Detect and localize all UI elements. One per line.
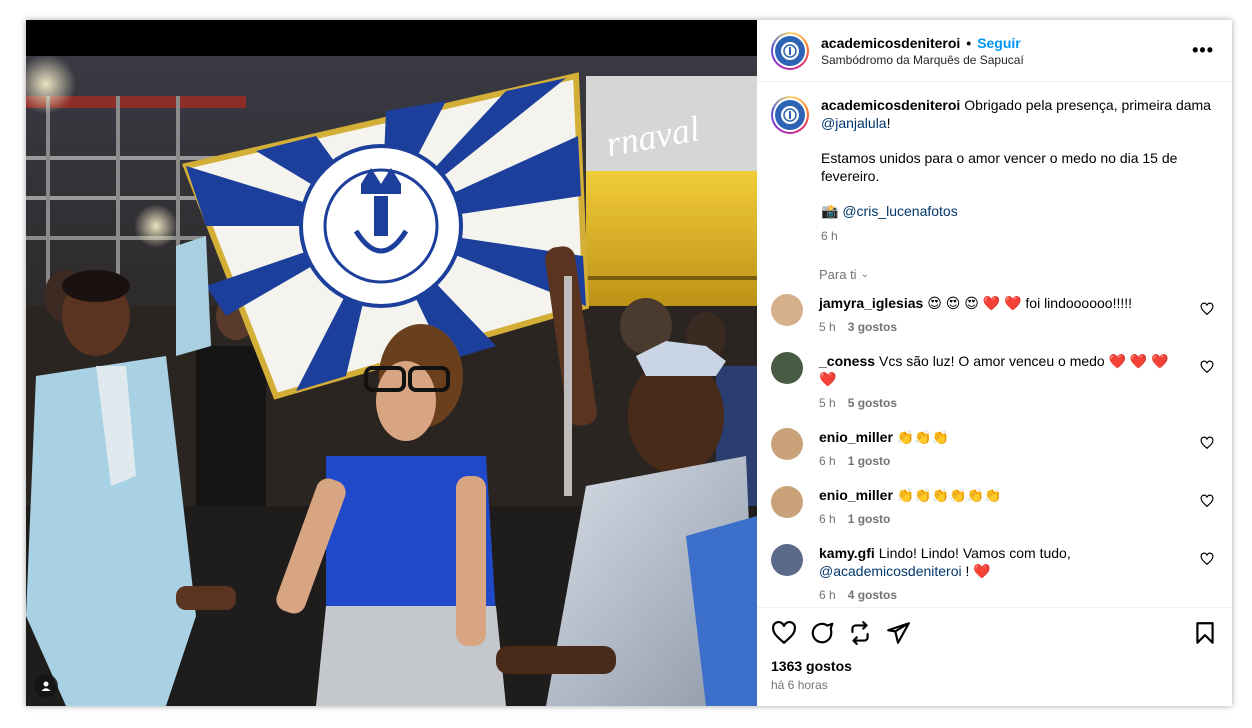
comment-likes[interactable]: 1 gosto	[848, 512, 891, 526]
photo-top-band	[26, 20, 757, 56]
post-sidebar: academicosdeniteroi • Seguir Sambódromo …	[757, 20, 1232, 706]
heart-icon[interactable]	[1200, 436, 1214, 450]
chevron-down-icon: ⌄	[860, 269, 869, 280]
mention-link[interactable]: @janjalula	[821, 115, 887, 131]
heart-icon[interactable]	[1200, 302, 1214, 316]
caption-line2: Estamos unidos para o amor vencer o medo…	[821, 150, 1178, 184]
comment-likes[interactable]: 4 gostos	[848, 588, 897, 602]
post-location[interactable]: Sambódromo da Marquês de Sapucaí	[821, 53, 1188, 67]
comment-filter-dropdown[interactable]: Para ti ⌄	[819, 267, 1218, 282]
carnival-photo: rnaval	[26, 56, 757, 706]
more-options-button[interactable]: •••	[1188, 40, 1218, 61]
school-logo-icon	[775, 35, 805, 66]
comment-time: 6 h	[819, 588, 836, 602]
user-tag-icon	[41, 681, 51, 691]
comment-item: kamy.gfi Lindo! Lindo! Vamos com tudo, @ac…	[771, 544, 1218, 602]
commenter-username[interactable]: enio_miller	[819, 429, 893, 445]
comment-text: 👏👏👏	[896, 429, 950, 445]
photographer-mention[interactable]: @cris_lucenafotos	[842, 203, 957, 219]
author-username[interactable]: academicosdeniteroi	[821, 35, 960, 51]
comment-text: Lindo! Lindo! Vamos com tudo,	[878, 545, 1071, 561]
commenter-avatar[interactable]	[771, 486, 803, 518]
heart-icon[interactable]	[771, 620, 797, 646]
comment-time: 6 h	[819, 454, 836, 468]
comment-likes[interactable]: 3 gostos	[848, 320, 897, 334]
comment-item: jamyra_iglesias 😍 😍 😍 ❤️ ❤️ foi lindooooo…	[771, 294, 1218, 334]
post-header: academicosdeniteroi • Seguir Sambódromo …	[757, 20, 1232, 82]
comment-icon[interactable]	[809, 620, 835, 646]
commenter-username[interactable]: enio_miller	[819, 487, 893, 503]
caption-timestamp: 6 h	[821, 229, 838, 243]
comment-item: enio_miller 👏👏👏 6 h 1 gosto	[771, 428, 1218, 468]
likes-count[interactable]: 1363 gostos	[771, 658, 1218, 674]
comment-item: _coness Vcs são luz! O amor venceu o medo…	[771, 352, 1218, 410]
filter-label: Para ti	[819, 267, 857, 282]
heart-icon[interactable]	[1200, 552, 1214, 566]
commenter-avatar[interactable]	[771, 294, 803, 326]
comment-item: enio_miller 👏👏👏👏👏👏 6 h 1 gosto	[771, 486, 1218, 526]
bookmark-icon[interactable]	[1192, 620, 1218, 646]
commenter-username[interactable]: kamy.gfi	[819, 545, 875, 561]
commenter-username[interactable]: jamyra_iglesias	[819, 295, 923, 311]
school-logo-icon	[775, 100, 805, 130]
comment-time: 5 h	[819, 320, 836, 334]
comment-likes[interactable]: 5 gostos	[848, 396, 897, 410]
commenter-avatar[interactable]	[771, 352, 803, 384]
repost-icon[interactable]	[847, 620, 873, 646]
heart-icon[interactable]	[1200, 360, 1214, 374]
author-avatar[interactable]	[771, 31, 809, 70]
follow-button[interactable]: Seguir	[977, 35, 1021, 51]
comments-section[interactable]: academicosdeniteroi Obrigado pela presenç…	[757, 82, 1232, 607]
heart-icon[interactable]	[1200, 494, 1214, 508]
send-icon[interactable]	[885, 620, 911, 646]
instagram-post-modal: rnaval academicosdeniteroi • Seguir Samb…	[26, 20, 1232, 706]
caption-line1: Obrigado pela presença, primeira dama	[964, 97, 1211, 113]
post-time: há 6 horas	[771, 678, 828, 692]
commenter-avatar[interactable]	[771, 428, 803, 460]
separator-dot: •	[966, 34, 972, 51]
comment-time: 5 h	[819, 396, 836, 410]
caption-line1-end: !	[886, 115, 891, 131]
comment-likes[interactable]: 1 gosto	[848, 454, 891, 468]
user-tag-button[interactable]	[34, 674, 58, 698]
commenter-username[interactable]: _coness	[819, 353, 875, 369]
commenter-avatar[interactable]	[771, 544, 803, 576]
post-actions: 1363 gostos há 6 horas	[757, 607, 1232, 706]
mention-link[interactable]: @academicosdeniteroi	[819, 563, 962, 579]
comment-text: 👏👏👏👏👏👏	[896, 487, 1002, 503]
comment-text-end: ! ❤️	[965, 563, 991, 579]
post-caption: academicosdeniteroi Obrigado pela presenç…	[771, 96, 1218, 245]
post-photo[interactable]: rnaval	[26, 20, 757, 706]
caption-username[interactable]: academicosdeniteroi	[821, 97, 960, 113]
caption-avatar[interactable]	[771, 96, 809, 134]
camera-icon: 📸	[821, 203, 839, 219]
comment-time: 6 h	[819, 512, 836, 526]
comment-text: 😍 😍 😍 ❤️ ❤️ foi lindoooooo!!!!!	[927, 295, 1133, 311]
